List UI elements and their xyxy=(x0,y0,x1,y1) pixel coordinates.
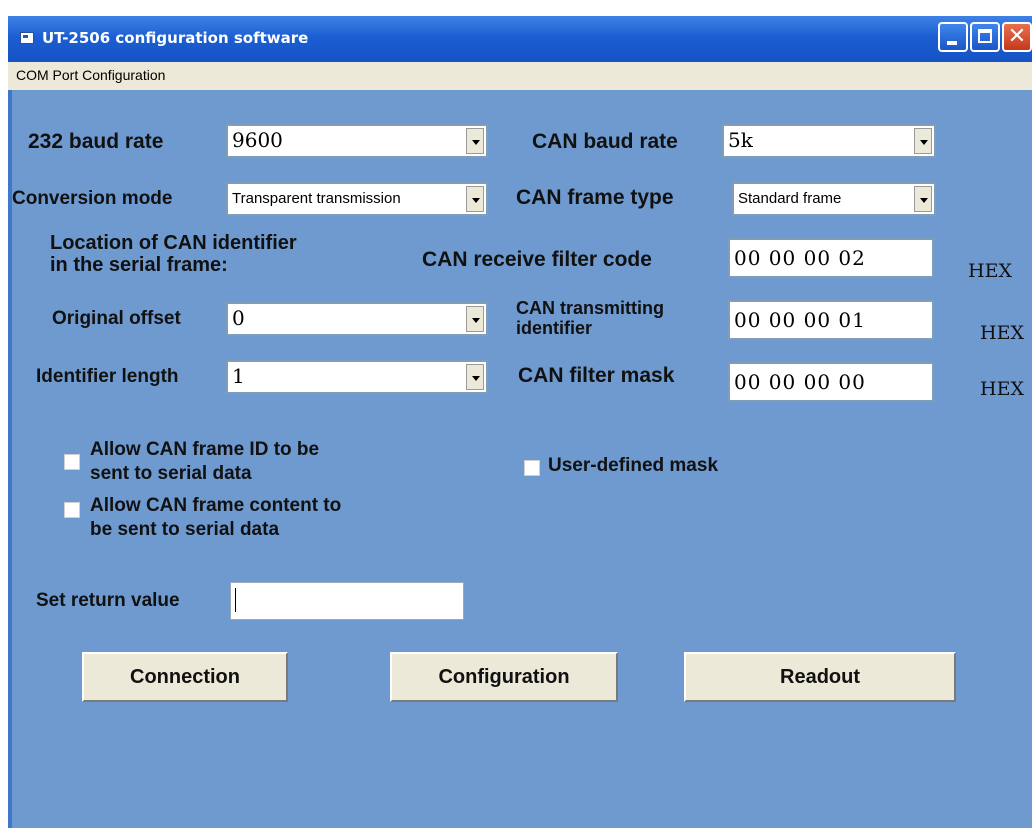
can-id-location-line2: in the serial frame: xyxy=(50,254,228,276)
can-frame-type-select[interactable]: Standard frame xyxy=(732,182,936,216)
can-transmit-id-line1: CAN transmitting xyxy=(516,298,664,318)
can-frame-type-value: Standard frame xyxy=(738,190,842,207)
minimize-icon xyxy=(947,41,957,45)
connection-button[interactable]: Connection xyxy=(82,652,288,702)
title-bar[interactable]: UT-2506 configuration software ✕ xyxy=(8,16,1032,62)
conversion-mode-value: Transparent transmission xyxy=(232,190,401,207)
menu-bar: COM Port Configuration xyxy=(8,62,1032,90)
menu-com-port[interactable]: COM Port Configuration xyxy=(16,67,165,83)
chevron-down-icon[interactable] xyxy=(466,128,484,154)
can-filter-mask-value: 00 00 00 00 xyxy=(734,370,866,394)
chevron-down-icon[interactable] xyxy=(914,186,932,212)
conversion-mode-label: Conversion mode xyxy=(12,188,173,209)
identifier-length-value: 1 xyxy=(232,364,245,388)
original-offset-select[interactable]: 0 xyxy=(226,302,488,336)
readout-button-label: Readout xyxy=(780,666,860,688)
baud-rate-label: 232 baud rate xyxy=(28,130,164,153)
connection-button-label: Connection xyxy=(130,666,240,688)
can-filter-code-label: CAN receive filter code xyxy=(422,248,652,271)
can-frame-type-label: CAN frame type xyxy=(516,186,674,209)
maximize-icon xyxy=(978,29,992,43)
allow-frame-id-line1: Allow CAN frame ID to be xyxy=(90,439,320,460)
configuration-button-label: Configuration xyxy=(438,666,570,688)
allow-frame-content-line1: Allow CAN frame content to xyxy=(90,495,342,516)
can-baud-rate-label: CAN baud rate xyxy=(532,130,678,153)
configuration-button[interactable]: Configuration xyxy=(390,652,618,702)
window-title: UT-2506 configuration software xyxy=(42,29,309,47)
user-defined-mask-checkbox[interactable] xyxy=(524,460,540,476)
conversion-mode-select[interactable]: Transparent transmission xyxy=(226,182,488,216)
close-button[interactable]: ✕ xyxy=(1002,22,1032,52)
hex-unit-label: HEX xyxy=(968,260,1012,282)
identifier-length-select[interactable]: 1 xyxy=(226,360,488,394)
allow-frame-content-line2: be sent to serial data xyxy=(90,519,280,540)
chevron-down-icon[interactable] xyxy=(466,364,484,390)
maximize-button[interactable] xyxy=(970,22,1000,52)
can-baud-rate-value: 5k xyxy=(728,128,753,152)
can-baud-rate-select[interactable]: 5k xyxy=(722,124,936,158)
original-offset-value: 0 xyxy=(232,306,245,330)
chevron-down-icon[interactable] xyxy=(914,128,932,154)
allow-frame-content-checkbox[interactable] xyxy=(64,502,80,518)
readout-button[interactable]: Readout xyxy=(684,652,956,702)
can-filter-mask-field[interactable]: 00 00 00 00 xyxy=(728,362,934,402)
hex-unit-label: HEX xyxy=(980,322,1024,344)
allow-frame-id-label: Allow CAN frame ID to be sent to serial … xyxy=(90,438,319,486)
return-value-label: Set return value xyxy=(36,590,180,611)
original-offset-label: Original offset xyxy=(52,308,181,329)
return-value-input[interactable] xyxy=(230,582,464,620)
app-icon xyxy=(20,32,34,44)
allow-frame-id-line2: sent to serial data xyxy=(90,463,252,484)
can-filter-mask-label: CAN filter mask xyxy=(518,364,675,387)
baud-rate-value: 9600 xyxy=(232,128,283,152)
hex-unit-label: HEX xyxy=(980,378,1024,400)
can-transmit-id-field[interactable]: 00 00 00 01 xyxy=(728,300,934,340)
allow-frame-content-label: Allow CAN frame content to be sent to se… xyxy=(90,494,341,542)
chevron-down-icon[interactable] xyxy=(466,186,484,212)
close-icon: ✕ xyxy=(1007,24,1027,49)
can-filter-code-value: 00 00 00 02 xyxy=(734,246,866,270)
can-transmit-id-label: CAN transmitting identifier xyxy=(516,298,664,338)
identifier-length-label: Identifier length xyxy=(36,366,179,387)
allow-frame-id-checkbox[interactable] xyxy=(64,454,80,470)
minimize-button[interactable] xyxy=(938,22,968,52)
can-transmit-id-value: 00 00 00 01 xyxy=(734,308,866,332)
baud-rate-select[interactable]: 9600 xyxy=(226,124,488,158)
chevron-down-icon[interactable] xyxy=(466,306,484,332)
can-id-location-line1: Location of CAN identifier xyxy=(50,232,297,254)
can-filter-code-field[interactable]: 00 00 00 02 xyxy=(728,238,934,278)
app-window: UT-2506 configuration software ✕ COM Por… xyxy=(8,16,1032,828)
can-id-location-heading: Location of CAN identifier in the serial… xyxy=(50,232,297,276)
can-transmit-id-line2: identifier xyxy=(516,318,593,338)
user-defined-mask-label: User-defined mask xyxy=(548,455,719,476)
